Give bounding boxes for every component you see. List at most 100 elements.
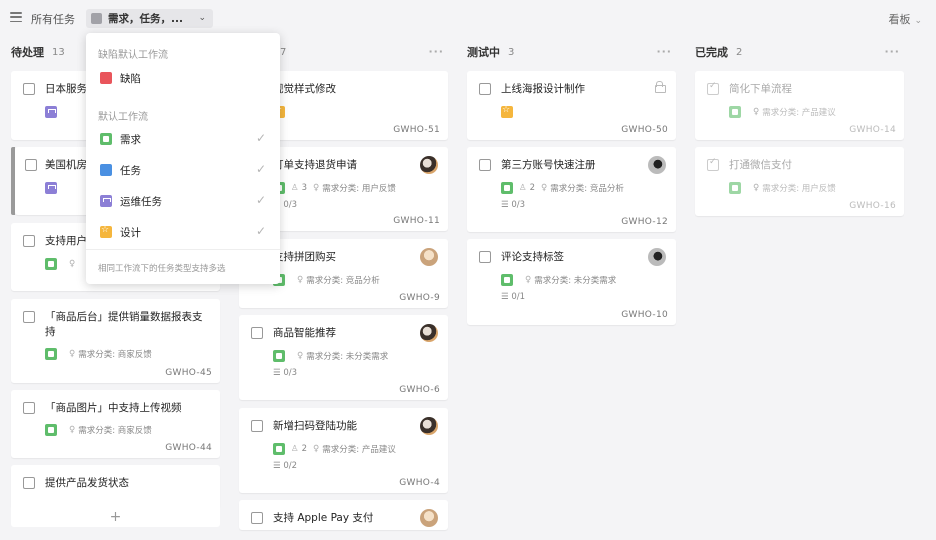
task-title: 简化下单流程 [729, 83, 792, 95]
task-category: 需求分类: 未分类需求 [306, 352, 389, 362]
task-card[interactable]: 上线海报设计制作 GWHO-50 [467, 71, 676, 140]
task-code: GWHO-9 [399, 293, 440, 303]
task-code: GWHO-44 [165, 443, 212, 453]
filter-type-icon [91, 13, 102, 24]
column-title: 已完成 [695, 46, 728, 59]
column-testing: 测试中 3 ··· [467, 40, 676, 64]
checklist-count: 0/3 [283, 200, 298, 210]
subtask-count: 2 [529, 183, 536, 193]
subtask-count: 3 [301, 183, 308, 193]
filter-label: 需求，任务，... [108, 13, 183, 25]
task-category: 需求分类: 竞品分析 [550, 184, 624, 194]
task-checkbox[interactable] [479, 251, 491, 263]
column-title: 待处理 [11, 46, 44, 59]
checklist-count: 0/1 [511, 292, 526, 302]
lightbulb-icon: ♀ [313, 444, 320, 454]
assignee-avatar[interactable] [648, 156, 666, 174]
assignee-avatar[interactable] [420, 324, 438, 342]
checklist-progress: ☰ 0/3 [501, 200, 525, 210]
column-header: 已完成 2 ··· [695, 40, 904, 64]
view-switch-button[interactable]: 看板 ⌄ [888, 11, 922, 27]
design-type-icon [100, 225, 112, 238]
more-icon[interactable]: ··· [656, 45, 672, 58]
task-checkbox[interactable] [23, 477, 35, 489]
task-checkbox[interactable] [479, 83, 491, 95]
task-category: 需求分类: 产品建议 [322, 445, 396, 455]
assignee-avatar[interactable] [648, 248, 666, 266]
lightbulb-icon: ♀ [753, 107, 760, 117]
task-category: 需求分类: 商家反馈 [78, 350, 152, 360]
assignee-avatar[interactable] [420, 417, 438, 435]
task-card[interactable]: 「商品后台」提供销量数据报表支持 ♀ 需求分类: 商家反馈 GWHO-45 [11, 299, 220, 383]
subtask-icon: ♙ [291, 183, 299, 193]
requirement-type-icon [273, 443, 285, 455]
workflow-group-label: 默认工作流 [98, 112, 148, 123]
task-checkbox[interactable] [23, 402, 35, 414]
task-card[interactable]: 新增扫码登陆功能 ♙ 2 ♀ 需求分类: 产品建议 ☰ 0/2 GWHO-4 [239, 408, 448, 493]
task-card[interactable]: 支持 Apple Pay 支付 [239, 500, 448, 530]
task-card[interactable]: 提供产品发货状态 [11, 465, 220, 507]
assignee-avatar[interactable] [420, 509, 438, 527]
dropdown-item-bug[interactable]: 缺陷 [86, 66, 280, 90]
lightbulb-icon: ♀ [69, 425, 76, 435]
subtask-icon: ♙ [291, 444, 299, 454]
checklist-icon: ☰ [501, 292, 509, 302]
task-type-filter[interactable]: 需求，任务，... ⌄ [86, 9, 213, 28]
task-title: 订单支持退货申请 [273, 159, 357, 171]
task-checkbox[interactable] [251, 327, 263, 339]
task-checkbox[interactable] [23, 83, 35, 95]
task-card[interactable]: 商品智能推荐 ♀ 需求分类: 未分类需求 ☰ 0/3 GWHO-6 [239, 315, 448, 400]
task-category: 需求分类: 商家反馈 [78, 426, 152, 436]
task-title: 评论支持标签 [501, 251, 564, 263]
assignee-avatar[interactable] [420, 156, 438, 174]
top-bar: 所有任务 需求，任务，... ⌄ 看板 ⌄ [0, 0, 936, 36]
task-category: 需求分类: 用户反馈 [322, 184, 396, 194]
task-checkbox[interactable] [23, 235, 35, 247]
more-icon[interactable]: ··· [428, 45, 444, 58]
requirement-type-icon [729, 106, 741, 118]
more-icon[interactable]: ··· [884, 45, 900, 58]
task-type-dropdown: 缺陷默认工作流 缺陷 默认工作流 需求 ✓ 任务 ✓ 运维任务 ✓ 设计 ✓ 相… [86, 33, 280, 284]
requirement-type-icon [100, 133, 112, 145]
requirement-type-icon [273, 350, 285, 362]
dropdown-item-task[interactable]: 任务 ✓ [86, 158, 280, 182]
checklist-count: 0/3 [511, 200, 526, 210]
assignee-avatar[interactable] [420, 248, 438, 266]
task-checkbox[interactable] [251, 512, 263, 524]
checklist-progress: ☰ 0/3 [273, 368, 297, 378]
lightbulb-icon: ♀ [297, 275, 304, 285]
dropdown-hint: 相同工作流下的任务类型支持多选 [98, 264, 226, 274]
lightbulb-icon: ♀ [753, 183, 760, 193]
task-title: 第三方账号快速注册 [501, 159, 596, 171]
task-title: 打通微信支付 [729, 159, 792, 171]
dropdown-item-ops-task[interactable]: 运维任务 ✓ [86, 189, 280, 213]
task-category: 需求分类: 竞品分析 [306, 276, 380, 286]
column-title: 测试中 [467, 46, 500, 59]
task-card[interactable]: 评论支持标签 ♀ 需求分类: 未分类需求 ☰ 0/1 GWHO-10 [467, 239, 676, 325]
task-checkbox[interactable] [23, 311, 35, 323]
dropdown-item-label: 设计 [120, 226, 141, 239]
task-checkbox[interactable] [479, 159, 491, 171]
dropdown-item-design[interactable]: 设计 ✓ [86, 220, 280, 244]
column-count: 3 [508, 46, 515, 58]
task-checkbox-checked[interactable] [707, 157, 719, 171]
task-category: 需求分类: 未分类需求 [534, 276, 617, 286]
ops-type-icon [45, 106, 57, 118]
task-card[interactable]: 打通微信支付 ♀需求分类: 用户反馈 GWHO-16 [695, 147, 904, 216]
task-card[interactable]: 「商品图片」中支持上传视频 ♀ 需求分类: 商家反馈 GWHO-44 [11, 390, 220, 458]
column-done: 已完成 2 ··· [695, 40, 904, 64]
task-title: 提供产品发货状态 [45, 477, 129, 489]
all-tasks-link[interactable]: 所有任务 [31, 11, 75, 27]
dropdown-item-requirement[interactable]: 需求 ✓ [86, 127, 280, 151]
requirement-type-icon [45, 348, 57, 360]
task-checkbox[interactable] [251, 420, 263, 432]
task-card[interactable]: 第三方账号快速注册 ♙ 2 ♀ 需求分类: 竞品分析 ☰ 0/3 GWHO-12 [467, 147, 676, 232]
menu-icon[interactable] [10, 12, 22, 22]
task-card[interactable]: 简化下单流程 ♀需求分类: 产品建议 GWHO-14 [695, 71, 904, 140]
task-checkbox[interactable] [25, 159, 37, 171]
add-task-button[interactable]: + [11, 507, 220, 527]
task-title: 支持 Apple Pay 支付 [273, 512, 374, 524]
task-category: 需求分类: 产品建议 [762, 108, 836, 118]
task-checkbox-checked[interactable] [707, 81, 719, 95]
design-type-icon [501, 105, 513, 118]
